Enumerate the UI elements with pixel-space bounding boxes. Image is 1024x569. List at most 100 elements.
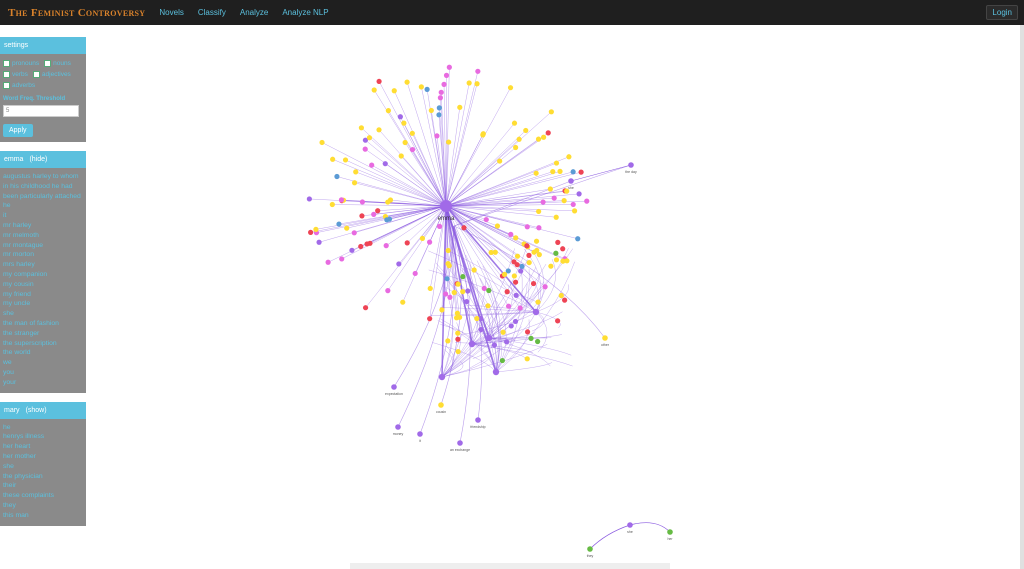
graph-node[interactable] [535,338,541,345]
graph-node[interactable] [382,161,388,167]
graph-node[interactable] [504,339,510,345]
emma-hub-node[interactable] [440,200,452,212]
mary-term[interactable]: they [3,501,83,511]
graph-node[interactable] [369,162,375,168]
graph-node[interactable] [460,274,466,280]
nav-analyze[interactable]: Analyze [240,8,268,17]
brand-logo[interactable]: The Feminist Controversy [8,7,145,19]
graph-node[interactable] [512,279,519,285]
emma-term[interactable]: the stranger [3,329,83,339]
graph-node[interactable] [518,268,524,274]
graph-node[interactable] [553,160,560,166]
graph-node[interactable] [508,231,514,237]
emma-term[interactable]: mr melmoth [3,231,83,241]
checkbox-nouns[interactable]: nouns [44,58,71,69]
graph-node[interactable] [524,329,531,335]
graph-node[interactable] [481,285,487,291]
graph-node[interactable] [478,326,484,333]
graph-node[interactable] [553,250,559,256]
graph-node[interactable] [439,307,445,313]
graph-hub-node[interactable] [468,340,476,348]
mary-term[interactable]: her mother [3,452,83,462]
graph-node[interactable] [428,107,434,114]
graph-node[interactable] [308,229,314,235]
graph-node[interactable] [464,298,470,305]
graph-node[interactable] [501,271,508,277]
apply-button[interactable]: Apply [3,124,33,137]
emma-term[interactable]: my cousin [3,280,83,290]
graph-node[interactable] [339,256,345,262]
graph-node[interactable] [483,216,489,223]
emma-term[interactable]: your [3,378,83,388]
graph-node[interactable] [409,130,415,136]
graph-node[interactable] [519,263,525,270]
graph-node[interactable] [376,127,382,133]
graph-node[interactable] [385,108,391,114]
graph-node[interactable] [542,284,548,290]
graph-node[interactable] [336,221,342,227]
emma-term[interactable]: mr morton [3,250,83,260]
graph-node[interactable] [534,247,540,254]
graph-node[interactable] [570,201,576,208]
mary-term[interactable]: he [3,423,83,433]
mary-graph-node[interactable] [627,522,633,528]
emma-term[interactable]: it [3,211,83,221]
graph-hub-node[interactable] [438,373,446,381]
graph-node[interactable] [526,252,532,258]
graph-node[interactable] [418,84,424,90]
nav-classify[interactable]: Classify [198,8,226,17]
graph-node[interactable] [351,230,357,236]
graph-node[interactable] [391,88,397,94]
graph-hub-node[interactable] [532,308,540,316]
emma-term[interactable]: mr harley [3,221,83,231]
mary-term[interactable]: the physician [3,472,83,482]
graph-node[interactable] [584,198,590,204]
graph-node[interactable] [535,136,542,142]
graph-node[interactable] [455,336,461,342]
graph-node[interactable] [524,243,530,249]
graph-node[interactable] [442,291,449,297]
graph-node[interactable] [513,144,519,151]
network-graph[interactable]: the day she other expectation money it an exch… [96,28,1018,566]
mary-term[interactable]: this man [3,511,83,521]
graph-node[interactable] [526,259,532,266]
graph-node[interactable] [362,305,369,311]
graph-node[interactable] [366,135,373,141]
graph-node[interactable] [566,154,572,160]
graph-node[interactable] [568,178,574,184]
graph-node[interactable] [400,299,406,305]
graph-node[interactable] [602,335,608,341]
graph-node[interactable] [541,134,547,140]
graph-node[interactable] [427,285,433,292]
graph-node[interactable] [342,157,349,163]
graph-node[interactable] [359,213,365,219]
mary-term[interactable]: their [3,481,83,491]
checkbox-verbs[interactable]: verbs [3,69,28,80]
graph-node[interactable] [437,95,443,101]
graph-node[interactable] [550,169,556,175]
graph-hub-node[interactable] [492,368,500,376]
emma-term[interactable]: my uncle [3,299,83,309]
mary-term[interactable]: her heart [3,442,83,452]
mary-term[interactable]: these complaints [3,491,83,501]
graph-node[interactable] [540,199,546,205]
emma-term[interactable]: mrs harley [3,260,83,270]
graph-node[interactable] [417,431,423,437]
graph-node[interactable] [443,72,450,78]
graph-node[interactable] [486,287,492,294]
emma-term[interactable]: the world [3,348,83,358]
graph-node[interactable] [488,249,494,256]
graph-node[interactable] [517,305,523,311]
mary-show-toggle[interactable]: (show) [26,407,47,414]
graph-node[interactable] [536,208,542,215]
graph-node[interactable] [385,288,391,294]
graph-node[interactable] [524,356,530,362]
graph-node[interactable] [334,173,340,180]
nav-analyze-nlp[interactable]: Analyze NLP [282,8,328,17]
graph-node[interactable] [427,239,433,245]
graph-node[interactable] [499,357,505,364]
graph-node[interactable] [575,236,581,242]
graph-node[interactable] [571,208,578,214]
graph-node[interactable] [548,263,554,269]
emma-hide-toggle[interactable]: (hide) [29,156,47,163]
